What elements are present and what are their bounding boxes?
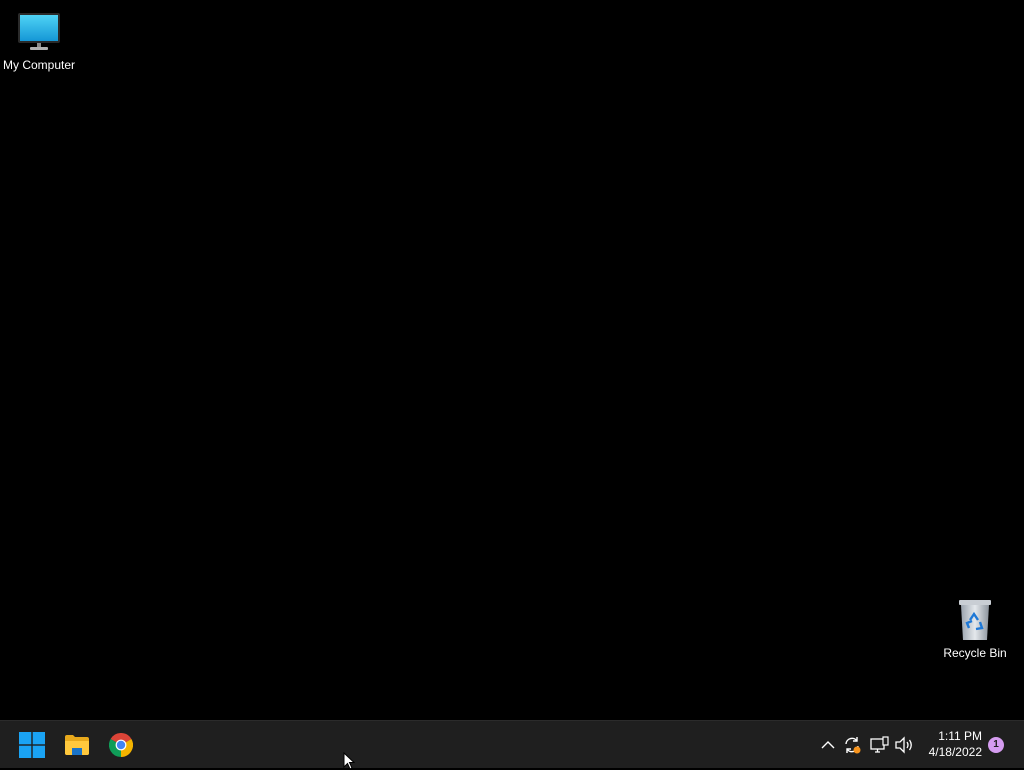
desktop-icon-my-computer[interactable]: My Computer bbox=[0, 8, 79, 72]
sync-icon bbox=[845, 737, 861, 754]
desktop-icon-recycle-bin[interactable]: Recycle Bin bbox=[935, 596, 1015, 660]
desktop-icon-label: Recycle Bin bbox=[943, 646, 1007, 660]
folder-icon bbox=[65, 735, 89, 755]
chrome-button[interactable] bbox=[101, 725, 141, 765]
windows-logo-icon bbox=[19, 732, 45, 758]
volume-button[interactable] bbox=[893, 733, 915, 757]
network-icon bbox=[870, 736, 889, 753]
taskbar: 1:11 PM 4/18/2022 1 bbox=[0, 720, 1024, 768]
mouse-cursor-icon bbox=[343, 752, 355, 770]
sync-status-button[interactable] bbox=[841, 733, 863, 757]
monitor-icon bbox=[15, 8, 63, 56]
desktop-icon-label: My Computer bbox=[2, 58, 76, 72]
desktop[interactable]: My Computer Recycle Bin bbox=[0, 0, 1024, 720]
file-explorer-button[interactable] bbox=[57, 725, 97, 765]
chrome-icon bbox=[109, 733, 133, 757]
volume-icon bbox=[895, 736, 912, 754]
show-hidden-icons-button[interactable] bbox=[817, 733, 839, 757]
notification-badge[interactable]: 1 bbox=[988, 737, 1004, 753]
clock-time: 1:11 PM bbox=[938, 729, 982, 743]
clock-date: 4/18/2022 bbox=[928, 745, 982, 759]
chevron-up-icon bbox=[821, 741, 835, 749]
start-button[interactable] bbox=[12, 725, 52, 765]
recycle-bin-icon bbox=[951, 596, 999, 644]
network-button[interactable] bbox=[868, 733, 890, 757]
clock[interactable]: 1:11 PM 4/18/2022 bbox=[918, 728, 982, 760]
